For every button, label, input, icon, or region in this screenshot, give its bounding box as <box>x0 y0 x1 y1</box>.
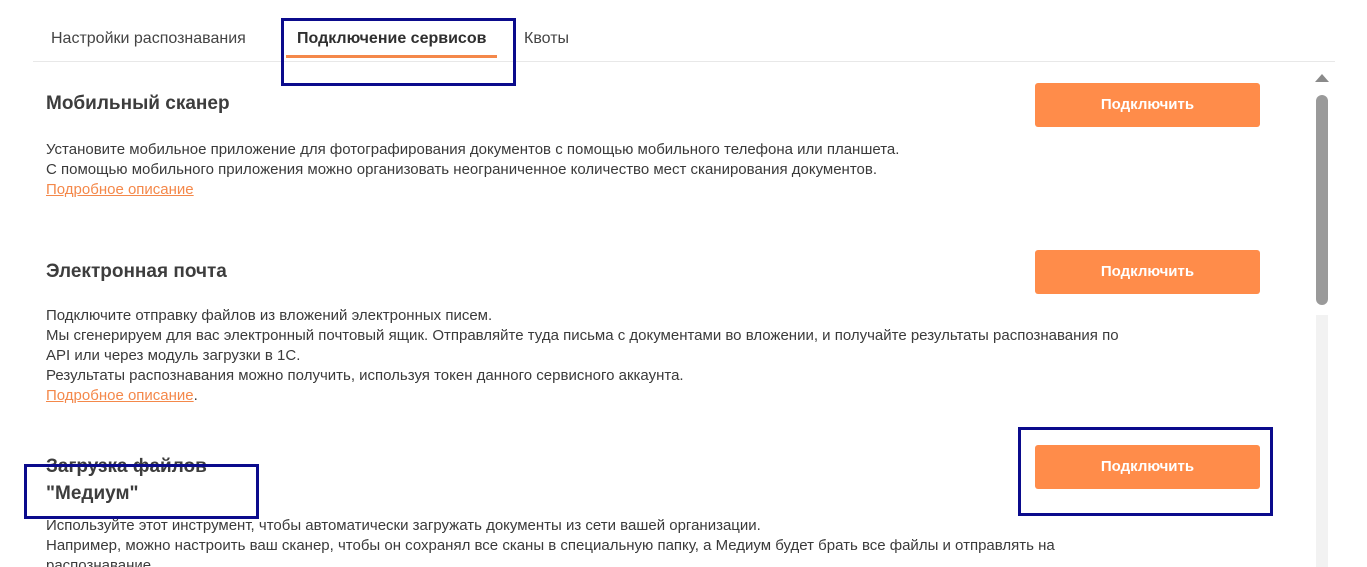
vertical-scrollbar[interactable] <box>1312 70 1332 567</box>
mobile-scanner-title: Мобильный сканер <box>46 93 230 114</box>
mobile-scanner-description: Установите мобильное приложение для фото… <box>46 140 1286 200</box>
mobile-scanner-details-link[interactable]: Подробное описание <box>46 181 194 198</box>
email-title: Электронная почта <box>46 261 227 282</box>
mobile-scanner-connect-button[interactable]: Подключить <box>1035 83 1260 127</box>
tab-bar: Настройки распознавания Подключение серв… <box>33 0 1335 62</box>
email-connect-button[interactable]: Подключить <box>1035 250 1260 294</box>
mobile-scanner-text-line: Установите мобильное приложение для фото… <box>46 141 900 158</box>
email-text-line: API или через модуль загрузки в 1С. <box>46 347 301 364</box>
mobile-scanner-text-line: С помощью мобильного приложения можно ор… <box>46 161 878 178</box>
scroll-thumb[interactable] <box>1316 95 1328 305</box>
email-text-line: Мы сгенерируем для вас электронный почто… <box>46 327 1119 344</box>
tab-recognition-settings[interactable]: Настройки распознавания <box>51 30 246 48</box>
file-upload-connect-button[interactable]: Подключить <box>1035 445 1260 489</box>
email-text-line: Результаты распознавания можно получить,… <box>46 367 684 384</box>
email-description: Подключите отправку файлов из вложений э… <box>46 306 1286 406</box>
email-link-suffix: . <box>193 387 198 404</box>
file-upload-text-line: Например, можно настроить ваш сканер, чт… <box>46 537 1055 554</box>
scroll-track[interactable] <box>1316 315 1328 567</box>
tab-service-connection[interactable]: Подключение сервисов <box>297 30 486 48</box>
active-tab-indicator <box>286 55 497 58</box>
scroll-up-arrow-icon[interactable] <box>1315 74 1329 82</box>
email-text-line: Подключите отправку файлов из вложений э… <box>46 307 493 324</box>
email-details-link[interactable]: Подробное описание <box>46 387 194 404</box>
file-upload-description: Используйте этот инструмент, чтобы автом… <box>46 516 1286 567</box>
tab-quotas[interactable]: Квоты <box>524 30 569 48</box>
file-upload-title: Загрузка файлов "Медиум" <box>46 456 207 504</box>
file-upload-text-line: Используйте этот инструмент, чтобы автом… <box>46 517 761 534</box>
file-upload-text-line: распознавание. <box>46 557 156 567</box>
